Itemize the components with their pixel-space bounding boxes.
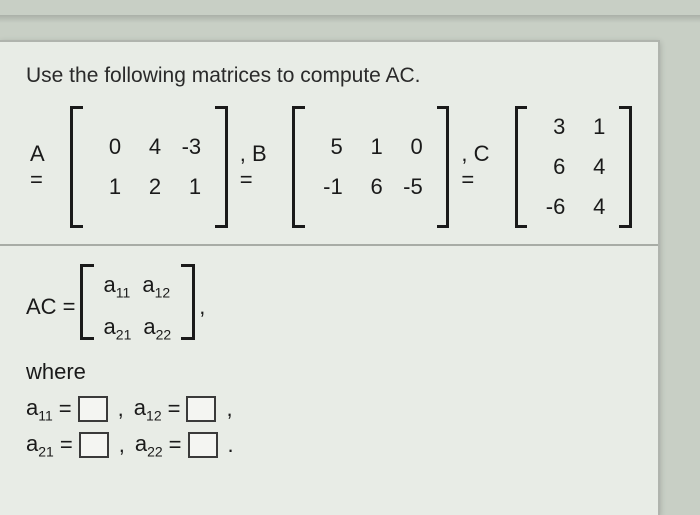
bracket-left-icon (292, 106, 305, 228)
input-a21[interactable] (79, 432, 109, 458)
matrix-C: 3 1 6 4 -6 4 (535, 106, 611, 228)
matrix-cell: 1 (97, 174, 121, 200)
result-label: AC = (26, 294, 76, 320)
input-a12[interactable] (186, 396, 216, 422)
bracket-left-icon (80, 264, 94, 340)
matrix-A: 0 4 -3 1 2 1 (91, 126, 207, 208)
symbolic-cell: a12 (142, 272, 170, 300)
matrix-B-label: , B = (240, 141, 280, 193)
bracket-right-icon (437, 106, 450, 228)
matrix-definitions: A = 0 4 -3 1 2 1 , B = 5 (26, 106, 632, 228)
bracket-left-icon (70, 106, 83, 228)
matrix-cell: 0 (399, 134, 423, 160)
equals-sign: = (169, 432, 182, 458)
matrix-cell: 1 (359, 134, 383, 160)
var-a11: a11 (26, 395, 53, 423)
matrix-cell: 6 (359, 174, 383, 200)
separator: , (226, 396, 232, 422)
fill-row-1: a11 = , a12 = , (26, 395, 632, 423)
matrix-cell: 4 (581, 194, 605, 220)
var-a22: a22 (135, 431, 163, 459)
trailing-comma: , (199, 294, 205, 320)
bracket-left-icon (515, 106, 528, 228)
result-matrix-line: AC = a11 a12 a21 a22 , (26, 264, 632, 351)
bracket-right-icon (215, 106, 228, 228)
var-a21: a21 (26, 431, 54, 459)
equals-sign: = (168, 396, 181, 422)
prompt-area: Use the following matrices to compute AC… (0, 42, 658, 246)
matrix-C-label: , C = (461, 141, 502, 193)
question-panel: Use the following matrices to compute AC… (0, 40, 660, 515)
symbolic-cell: a11 (104, 272, 131, 300)
bracket-right-icon (619, 106, 632, 228)
matrix-cell: 3 (541, 114, 565, 140)
matrix-A-label: A = (30, 141, 58, 193)
matrix-cell: -6 (541, 194, 565, 220)
equals-sign: = (59, 396, 72, 422)
var-a12: a12 (134, 395, 162, 423)
fill-row-2: a21 = , a22 = . (26, 431, 632, 459)
separator: , (119, 432, 125, 458)
matrix-cell: -5 (399, 174, 423, 200)
matrix-cell: 1 (177, 174, 201, 200)
matrix-cell: 1 (581, 114, 605, 140)
matrix-cell: 4 (137, 134, 161, 160)
symbolic-cell: a21 (104, 314, 132, 342)
matrix-cell: -1 (319, 174, 343, 200)
matrix-cell: 6 (541, 154, 565, 180)
separator: , (118, 396, 124, 422)
answer-area: AC = a11 a12 a21 a22 , where a11 = , a12 (0, 246, 658, 486)
matrix-cell: 2 (137, 174, 161, 200)
matrix-cell: 4 (581, 154, 605, 180)
where-label: where (26, 359, 632, 385)
separator: . (228, 432, 234, 458)
bracket-right-icon (181, 264, 195, 340)
result-matrix: a11 a12 a21 a22 (98, 264, 178, 351)
symbolic-cell: a22 (143, 314, 171, 342)
matrix-B: 5 1 0 -1 6 -5 (313, 126, 429, 208)
matrix-cell: 0 (97, 134, 121, 160)
equals-sign: = (60, 432, 73, 458)
matrix-cell: 5 (319, 134, 343, 160)
prompt-text: Use the following matrices to compute AC… (26, 64, 632, 88)
input-a11[interactable] (78, 396, 108, 422)
input-a22[interactable] (188, 432, 218, 458)
matrix-cell: -3 (177, 134, 201, 160)
